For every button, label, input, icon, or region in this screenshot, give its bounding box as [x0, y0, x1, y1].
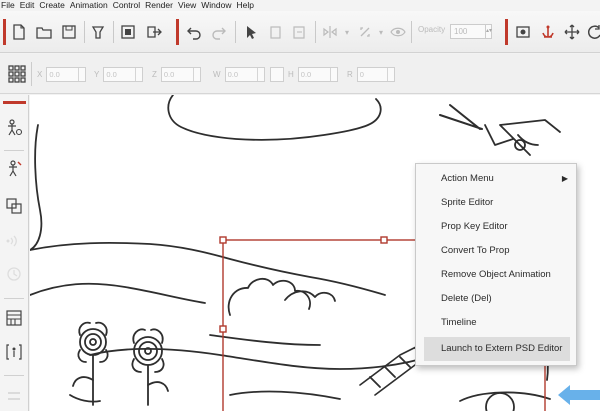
undo-icon[interactable] [185, 23, 203, 41]
x-label: X [37, 70, 43, 79]
visibility-eye-icon[interactable] [389, 23, 407, 41]
menu-item-prop-key-editor[interactable]: Prop Key Editor [416, 215, 578, 239]
submenu-arrow-icon: ▶ [561, 174, 568, 183]
toolbar-accent-divider [3, 19, 6, 45]
bone-tool-icon[interactable] [4, 158, 24, 180]
timer-tool-icon[interactable] [4, 263, 24, 285]
menu-view[interactable]: View [178, 0, 196, 11]
export-settings-icon[interactable] [4, 385, 24, 407]
menu-item-launch-psd-editor[interactable]: Launch to Extern PSD Editor [424, 337, 570, 361]
paste-icon[interactable] [290, 23, 308, 41]
toolbar-divider [84, 21, 85, 43]
menu-item-convert-to-prop[interactable]: Convert To Prop [416, 239, 578, 263]
menu-animation[interactable]: Animation [70, 0, 108, 11]
panel-divider [4, 150, 24, 151]
character-tool-icon[interactable] [4, 117, 24, 139]
w-field: W 0.0 [213, 67, 265, 82]
context-menu: Action Menu ▶ Sprite Editor Prop Key Edi… [415, 163, 577, 366]
voice-tool-icon[interactable] [4, 230, 24, 252]
y-label: Y [94, 70, 100, 79]
menu-help[interactable]: Help [237, 0, 254, 11]
stage-canvas[interactable]: Action Menu ▶ Sprite Editor Prop Key Edi… [30, 95, 600, 411]
r-input[interactable]: 0 [356, 67, 395, 82]
mirror-tool-icon[interactable] [4, 341, 24, 363]
rotate-icon[interactable] [586, 23, 600, 41]
x-input[interactable]: 0.0 [46, 67, 87, 82]
y-input[interactable]: 0.0 [103, 67, 144, 82]
menu-create[interactable]: Create [39, 0, 65, 11]
select-arrow-icon[interactable] [242, 23, 260, 41]
toolbar-divider [315, 21, 316, 43]
layout-grid-icon[interactable] [4, 307, 24, 329]
move-icon[interactable] [563, 23, 581, 41]
z-input[interactable]: 0.0 [160, 67, 201, 82]
menu-item-timeline[interactable]: Timeline [416, 311, 578, 335]
panel-accent-bar [3, 101, 26, 104]
opacity-spinner[interactable]: ▴▾ [485, 24, 492, 39]
export-icon[interactable] [145, 23, 163, 41]
flip-icon[interactable] [321, 23, 339, 41]
r-field: R 0 [347, 67, 395, 82]
anchor-icon[interactable] [539, 23, 557, 41]
menu-item-sprite-editor[interactable]: Sprite Editor [416, 191, 578, 215]
flip-dropdown-icon[interactable]: ▾ [338, 23, 356, 41]
lock-ratio[interactable] [270, 67, 284, 82]
menu-bar: File Edit Create Animation Control Rende… [0, 0, 600, 11]
toolbar-divider [411, 21, 412, 43]
grid-icon[interactable] [7, 64, 27, 84]
sprite-tool-icon[interactable] [4, 195, 24, 217]
render-settings-icon[interactable] [119, 23, 137, 41]
h-field: H 0.0 [288, 67, 338, 82]
r-label: R [347, 70, 353, 79]
menu-file[interactable]: File [1, 0, 15, 11]
menu-window[interactable]: Window [201, 0, 231, 11]
w-input[interactable]: 0.0 [224, 67, 265, 82]
menu-render[interactable]: Render [145, 0, 173, 11]
save-icon[interactable] [60, 23, 78, 41]
menu-item-action-menu[interactable]: Action Menu ▶ [416, 167, 578, 191]
toolbar-accent-divider [505, 19, 508, 45]
menu-edit[interactable]: Edit [20, 0, 35, 11]
y-field: Y 0.0 [94, 67, 144, 82]
panel-divider [4, 298, 24, 299]
redo-icon[interactable] [210, 23, 228, 41]
transform-toolbar: X 0.0 Y 0.0 Z 0.0 W 0.0 H 0.0 R 0 [0, 54, 600, 94]
menu-item-delete[interactable]: Delete (Del) [416, 287, 578, 311]
clear-icon[interactable] [89, 23, 107, 41]
new-file-icon[interactable] [10, 23, 28, 41]
h-label: H [288, 70, 294, 79]
menu-control[interactable]: Control [113, 0, 140, 11]
z-field: Z 0.0 [152, 67, 201, 82]
h-input[interactable]: 0.0 [297, 67, 338, 82]
w-label: W [213, 70, 221, 79]
left-tool-panel [0, 95, 29, 411]
toolbar-divider [113, 21, 114, 43]
menu-item-remove-object-animation[interactable]: Remove Object Animation [416, 263, 578, 287]
main-toolbar: ▾ ▾ Opacity 100 ▴▾ [0, 11, 600, 53]
link-dropdown-icon[interactable]: ▾ [372, 23, 390, 41]
panel-divider [4, 375, 24, 376]
camera-view-icon[interactable] [514, 23, 532, 41]
toolbar-accent-divider [176, 19, 179, 45]
x-field: X 0.0 [37, 67, 87, 82]
toolbar-divider [235, 21, 236, 43]
copy-icon[interactable] [266, 23, 284, 41]
z-label: Z [152, 70, 157, 79]
lock-ratio-icon[interactable] [270, 67, 284, 82]
open-folder-icon[interactable] [35, 23, 53, 41]
opacity-label: Opacity [418, 25, 446, 34]
toolbar-divider [31, 62, 32, 86]
